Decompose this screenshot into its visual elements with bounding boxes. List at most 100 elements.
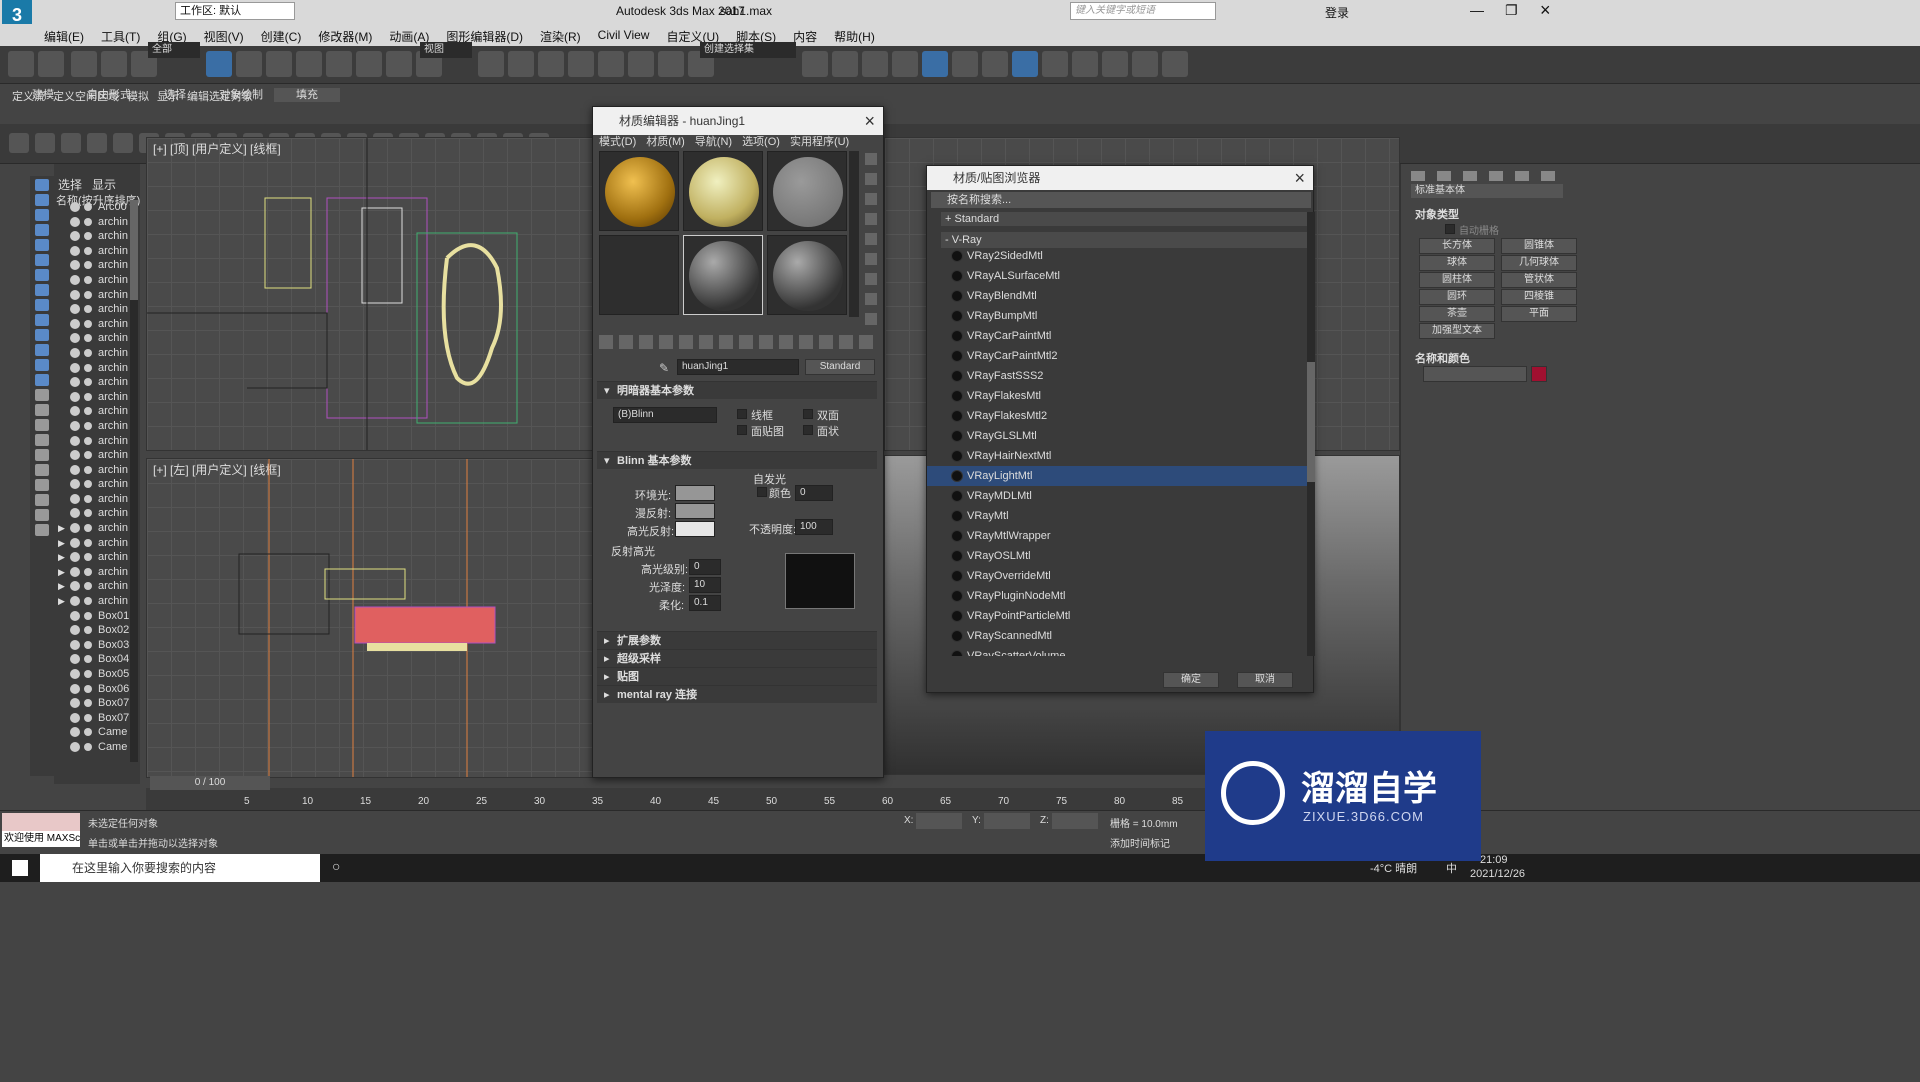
angle-snap-icon[interactable] [598, 51, 624, 77]
freeze-icon[interactable] [84, 392, 92, 401]
list-item[interactable]: Came [54, 725, 132, 740]
list-item[interactable]: Box07 [54, 711, 132, 726]
freeze-icon[interactable] [84, 480, 92, 489]
list-item[interactable]: Box04 [54, 652, 132, 667]
visibility-icon[interactable] [70, 552, 80, 563]
layer-icon[interactable] [862, 51, 888, 77]
visibility-icon[interactable] [70, 202, 80, 212]
menu-item[interactable]: 渲染(R) [540, 28, 581, 45]
expand-icon[interactable]: ▶ [58, 550, 65, 565]
list-item[interactable]: ▶ archin [54, 565, 132, 580]
explorer-tool-icon[interactable] [35, 224, 49, 236]
menu-item[interactable]: 视图(V) [204, 28, 244, 45]
explorer-tool-icon[interactable] [35, 344, 49, 356]
explorer-tool-icon[interactable] [35, 479, 49, 491]
ribbon-toggle-icon[interactable] [922, 51, 948, 77]
camera-icon[interactable] [113, 133, 133, 153]
freeze-icon[interactable] [84, 699, 92, 708]
menu-item[interactable]: 修改器(M) [318, 28, 372, 45]
render-cloud-icon[interactable] [1132, 51, 1158, 77]
visibility-icon[interactable] [70, 712, 80, 723]
color-checkbox[interactable] [757, 487, 767, 497]
list-item[interactable]: archin [54, 346, 132, 361]
visibility-icon[interactable] [70, 245, 80, 256]
visibility-icon[interactable] [70, 406, 80, 417]
maps-rollout[interactable]: 贴图 [597, 667, 877, 686]
cloud-icon[interactable] [35, 133, 55, 153]
visibility-icon[interactable] [70, 523, 80, 534]
me-menu-item[interactable]: 材质(M) [646, 133, 685, 149]
object-type-button[interactable]: 四棱锥 [1501, 289, 1577, 305]
list-item[interactable]: ▶ archin [54, 594, 132, 609]
me-tool-icon[interactable] [779, 335, 793, 349]
visibility-icon[interactable] [70, 669, 80, 679]
material-list-item[interactable]: VRayBumpMtl [927, 306, 1307, 326]
expand-icon[interactable]: ▶ [58, 521, 65, 536]
visibility-icon[interactable] [70, 639, 80, 650]
ribbon-subtab[interactable]: 显示 [157, 88, 179, 104]
freeze-icon[interactable] [84, 290, 92, 299]
object-type-button[interactable]: 管状体 [1501, 272, 1577, 288]
list-item[interactable]: archin [54, 331, 132, 346]
me-tool-icon[interactable] [739, 335, 753, 349]
ok-button[interactable]: 确定 [1163, 672, 1219, 688]
freeze-icon[interactable] [84, 494, 92, 503]
visibility-icon[interactable] [70, 362, 80, 373]
material-list-item[interactable]: VRayHairNextMtl [927, 446, 1307, 466]
visibility-icon[interactable] [70, 610, 80, 621]
me-tool-icon[interactable] [839, 335, 853, 349]
material-list-item[interactable]: VRayCarPaintMtl [927, 326, 1307, 346]
named-selection-set-dropdown[interactable]: 创建选择集 [700, 42, 796, 58]
visibility-icon[interactable] [70, 304, 80, 315]
mirror-icon[interactable] [802, 51, 828, 77]
close-icon[interactable]: × [1540, 0, 1551, 21]
freeze-icon[interactable] [84, 553, 92, 562]
list-item[interactable]: Arc00 [54, 200, 132, 215]
material-type-button[interactable]: Standard [805, 359, 875, 375]
visibility-icon[interactable] [70, 347, 80, 358]
me-side-tool-icon[interactable] [865, 313, 877, 325]
visibility-icon[interactable] [70, 654, 80, 665]
explorer-scrollbar[interactable] [130, 200, 138, 762]
list-item[interactable]: Box06 [54, 682, 132, 697]
visibility-icon[interactable] [70, 464, 80, 475]
visibility-icon[interactable] [70, 216, 80, 227]
list-item[interactable]: ▶ archin [54, 579, 132, 594]
material-list-item[interactable]: VRayFlakesMtl [927, 386, 1307, 406]
visibility-icon[interactable] [70, 377, 80, 388]
sample-slot-6[interactable] [767, 235, 847, 315]
material-list-item[interactable]: VRayLightMtl [927, 466, 1307, 486]
visibility-icon[interactable] [70, 333, 80, 344]
teapot-icon[interactable] [9, 133, 29, 153]
me-tool-icon[interactable] [639, 335, 653, 349]
wire-checkbox[interactable] [737, 409, 747, 419]
freeze-icon[interactable] [84, 655, 92, 664]
material-editor-icon[interactable] [1012, 51, 1038, 77]
list-item[interactable]: archin [54, 215, 132, 230]
explorer-tool-icon[interactable] [35, 239, 49, 251]
object-type-button[interactable]: 圆环 [1419, 289, 1495, 305]
object-type-button[interactable]: 长方体 [1419, 238, 1495, 254]
freeze-icon[interactable] [84, 567, 92, 576]
object-type-button[interactable]: 加强型文本 [1419, 323, 1495, 339]
list-item[interactable]: archin [54, 463, 132, 478]
freeze-icon[interactable] [84, 305, 92, 314]
visibility-icon[interactable] [70, 420, 80, 431]
material-list-item[interactable]: VRayPointParticleMtl [927, 606, 1307, 626]
a360-icon[interactable] [1162, 51, 1188, 77]
explorer-tool-icon[interactable] [35, 299, 49, 311]
cmd-tab-hierarchy-icon[interactable] [1463, 171, 1477, 181]
expand-icon[interactable]: ▶ [58, 565, 65, 580]
freeze-icon[interactable] [84, 275, 92, 284]
visibility-icon[interactable] [70, 727, 80, 738]
freeze-icon[interactable] [84, 524, 92, 533]
list-item[interactable]: archin [54, 317, 132, 332]
material-list-item[interactable]: VRayScannedMtl [927, 626, 1307, 646]
list-item[interactable]: archin [54, 419, 132, 434]
explorer-tool-icon[interactable] [35, 494, 49, 506]
me-side-tool-icon[interactable] [865, 273, 877, 285]
freeze-icon[interactable] [84, 684, 92, 693]
name-color-rollout[interactable]: 名称和颜色 [1415, 350, 1470, 366]
material-list-item[interactable]: VRayScatterVolume [927, 646, 1307, 656]
material-list-item[interactable]: VRayGLSLMtl [927, 426, 1307, 446]
